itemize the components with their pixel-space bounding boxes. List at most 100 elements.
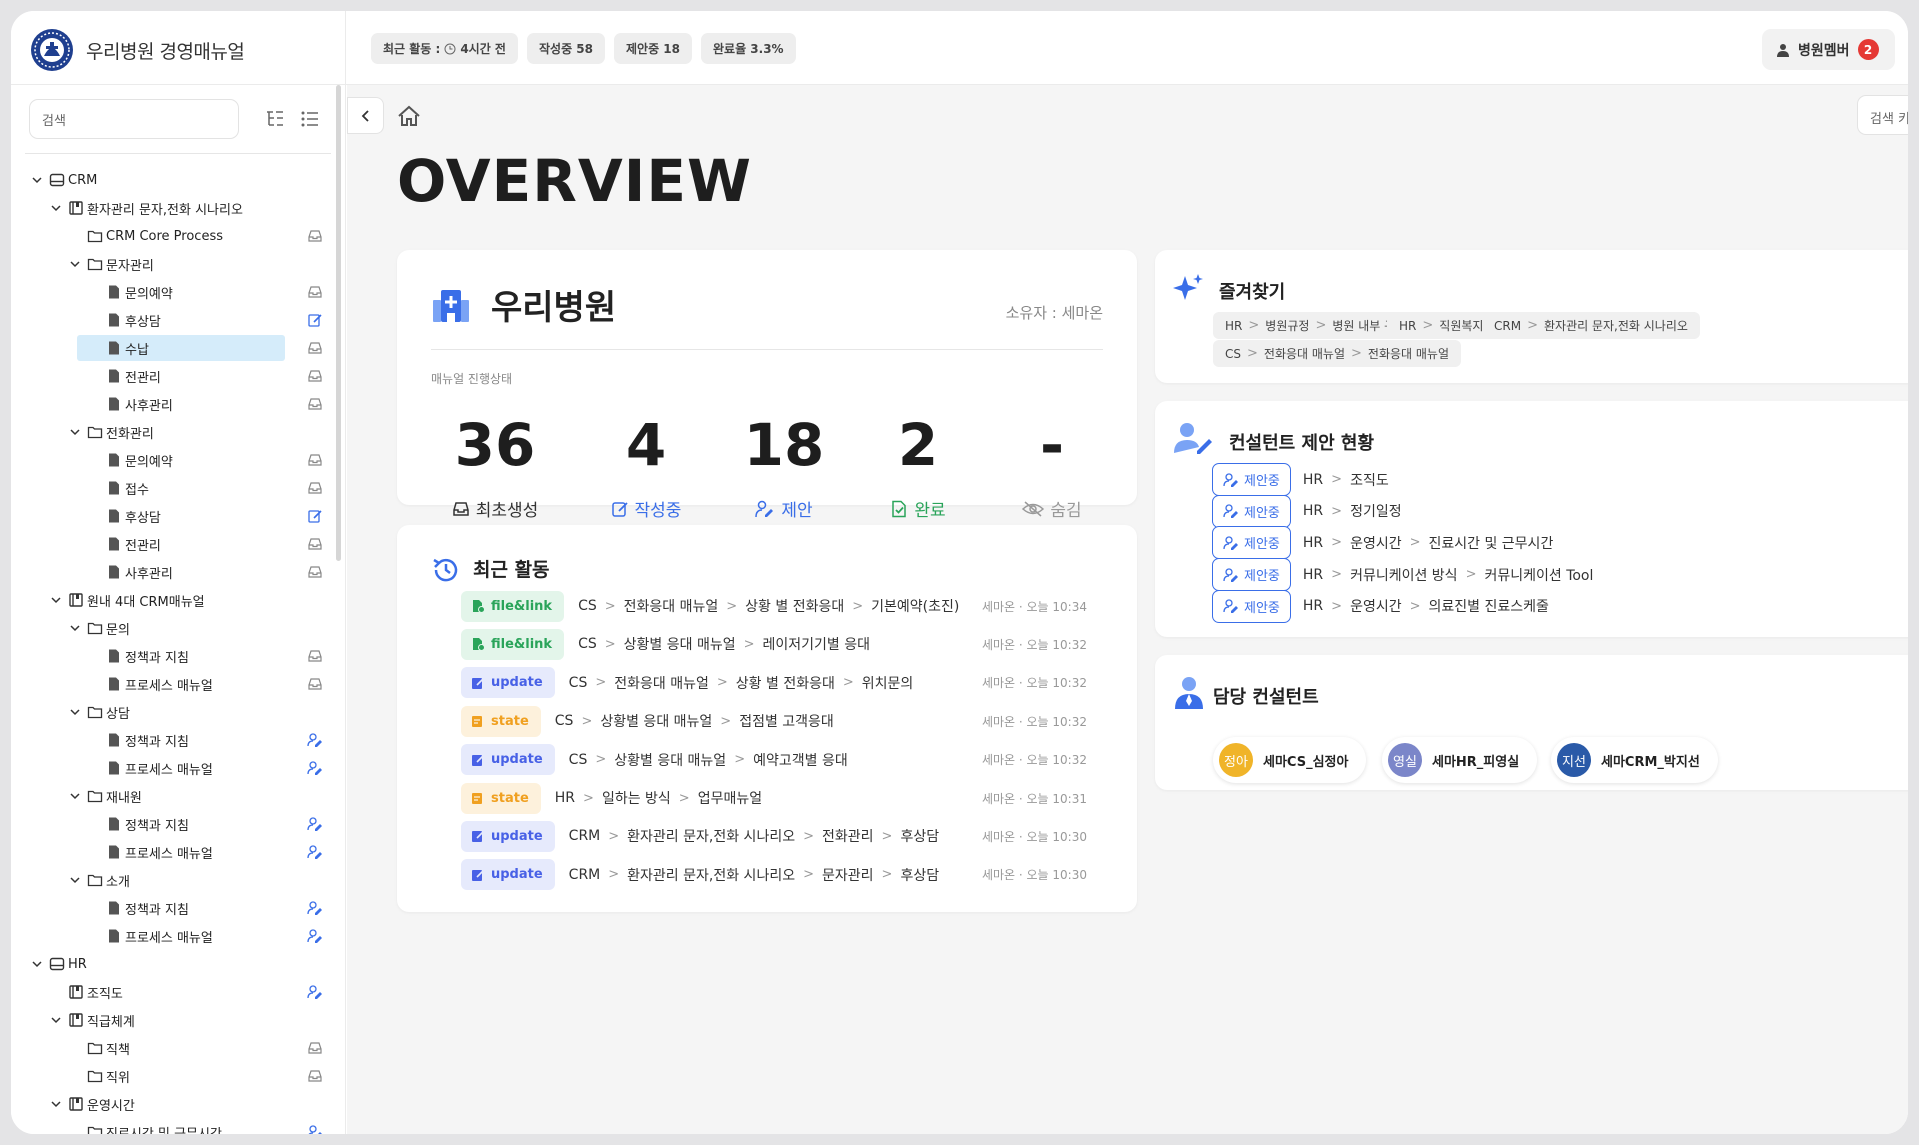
tree-node[interactable]: 운영시간 xyxy=(11,1090,336,1118)
breadcrumb-item[interactable]: 접점별 고객응대 xyxy=(739,711,834,731)
tree-node[interactable]: 직급체계 xyxy=(11,1006,336,1034)
tree-node[interactable]: 프로세스 매뉴얼 xyxy=(11,838,336,866)
breadcrumb-item[interactable]: 위치문의 xyxy=(862,673,914,693)
breadcrumb-item[interactable]: 환자관리 문자,전화 시나리오 xyxy=(627,865,795,885)
breadcrumb-item[interactable]: CS xyxy=(578,636,597,652)
chevron-down-icon[interactable] xyxy=(50,1098,62,1110)
overflow-button[interactable] xyxy=(1911,29,1919,70)
list-view-icon[interactable] xyxy=(298,107,322,131)
tree-node[interactable]: 전화관리 xyxy=(11,418,336,446)
tree-node[interactable]: 조직도 xyxy=(11,978,336,1006)
favorite-chip[interactable]: HR > 직원복지 xyxy=(1387,312,1496,339)
activity-row[interactable]: update CS > 상황별 응대 매뉴얼 > 예약고객별 응대 세마온 · 오늘 10:… xyxy=(461,744,1087,776)
breadcrumb-item[interactable]: 문자관리 xyxy=(822,865,874,885)
chevron-down-icon[interactable] xyxy=(69,622,81,634)
breadcrumb-item[interactable]: 상황별 응대 매뉴얼 xyxy=(624,634,736,654)
tree-node[interactable]: 상담 xyxy=(11,698,336,726)
breadcrumb-item[interactable]: CS xyxy=(578,598,597,614)
chevron-down-icon[interactable] xyxy=(69,706,81,718)
tree-node[interactable]: 진료시간 및 근무시간 xyxy=(11,1118,336,1134)
sidebar-scrollbar[interactable] xyxy=(336,85,341,561)
tree-node[interactable]: 환자관리 문자,전화 시나리오 xyxy=(11,194,336,222)
chevron-down-icon[interactable] xyxy=(69,790,81,802)
activity-row[interactable]: update CRM > 환자관리 문자,전화 시나리오 > 전화관리 > 후상담 세마온 · … xyxy=(461,820,1087,852)
tree-node[interactable]: 소개 xyxy=(11,866,336,894)
breadcrumb-item[interactable]: 상황 별 전화응대 xyxy=(745,596,844,616)
tree-node[interactable]: 문의 xyxy=(11,614,336,642)
tree-node[interactable]: 전관리 xyxy=(11,362,336,390)
tree-node[interactable]: 프로세스 매뉴얼 xyxy=(11,754,336,782)
tree-node[interactable]: 수납 xyxy=(11,334,336,362)
breadcrumb-item[interactable]: 환자관리 문자,전화 시나리오 xyxy=(627,826,795,846)
favorite-chip[interactable]: CRM > 환자관리 문자,전화 시나리오 xyxy=(1482,312,1700,339)
tree-node[interactable]: 직위 xyxy=(11,1062,336,1090)
proposal-row[interactable]: 제안중 HR > 커뮤니케이션 방식 > 커뮤니케이션 Tool xyxy=(1212,558,1593,592)
tree-node[interactable]: 후상담 xyxy=(11,502,336,530)
proposal-status-tag[interactable]: 제안중 xyxy=(1212,589,1291,623)
activity-row[interactable]: update CS > 전화응대 매뉴얼 > 상황 별 전화응대 > 위치문의 세마온 · 오늘… xyxy=(461,667,1087,699)
breadcrumb-item[interactable]: 후상담 xyxy=(900,865,939,885)
breadcrumb-item[interactable]: CS xyxy=(569,675,588,691)
tree-node[interactable]: 사후관리 xyxy=(11,390,336,418)
breadcrumb-item[interactable]: 기본예약(초진) xyxy=(871,596,959,616)
tree-node[interactable]: 문의예약 xyxy=(11,278,336,306)
metric-hidden[interactable]: - 숨김 xyxy=(967,410,1137,521)
tree-node[interactable]: 정책과 지침 xyxy=(11,726,336,754)
sidebar-search-input[interactable]: 검색 xyxy=(29,99,239,139)
breadcrumb-item[interactable]: 전화응대 매뉴얼 xyxy=(624,596,719,616)
breadcrumb-item[interactable]: 상황별 응대 매뉴얼 xyxy=(600,711,712,731)
activity-row[interactable]: file&link CS > 전화응대 매뉴얼 > 상황 별 전화응대 > 기본예약(초진) 세… xyxy=(461,590,1087,622)
tree-node[interactable]: 프로세스 매뉴얼 xyxy=(11,670,336,698)
breadcrumb-item[interactable]: 전화관리 xyxy=(822,826,874,846)
breadcrumb-item[interactable]: 전화응대 매뉴얼 xyxy=(614,673,709,693)
tree-node[interactable]: 원내 4대 CRM매뉴얼 xyxy=(11,586,336,614)
chevron-down-icon[interactable] xyxy=(69,426,81,438)
proposal-status-tag[interactable]: 제안중 xyxy=(1212,463,1291,496)
keyword-search-input[interactable]: 검색 키워드 xyxy=(1857,95,1908,135)
collapse-sidebar-button[interactable] xyxy=(347,97,384,134)
tree-node[interactable]: 문의예약 xyxy=(11,446,336,474)
chevron-down-icon[interactable] xyxy=(69,258,81,270)
hospital-member-button[interactable]: 병원멤버 2 xyxy=(1762,29,1895,70)
metric-initial-created[interactable]: 36 최초생성 xyxy=(410,410,580,521)
proposal-status-tag[interactable]: 제안중 xyxy=(1212,526,1291,560)
breadcrumb-item[interactable]: 상황별 응대 매뉴얼 xyxy=(614,750,726,770)
breadcrumb-item[interactable]: 업무매뉴얼 xyxy=(698,788,762,808)
chevron-down-icon[interactable] xyxy=(69,874,81,886)
tree-node[interactable]: CRM xyxy=(11,166,336,194)
tree-node[interactable]: 직책 xyxy=(11,1034,336,1062)
breadcrumb-item[interactable]: 레이저기기별 응대 xyxy=(763,634,871,654)
proposal-row[interactable]: 제안중 HR > 정기일정 xyxy=(1212,494,1402,528)
tree-node[interactable]: 정책과 지침 xyxy=(11,810,336,838)
consultant-chip[interactable]: 정아 세마CS_심정아 xyxy=(1213,737,1367,783)
chevron-down-icon[interactable] xyxy=(50,1014,62,1026)
proposal-status-tag[interactable]: 제안중 xyxy=(1212,494,1291,528)
activity-row[interactable]: file&link CS > 상황별 응대 매뉴얼 > 레이저기기별 응대 세마온 · 오늘… xyxy=(461,628,1087,660)
proposal-status-tag[interactable]: 제안중 xyxy=(1212,558,1291,592)
proposal-row[interactable]: 제안중 HR > 조직도 xyxy=(1212,463,1389,496)
tree-node[interactable]: 정책과 지침 xyxy=(11,642,336,670)
breadcrumb-item[interactable]: CS xyxy=(569,752,588,768)
tree-node[interactable]: 재내원 xyxy=(11,782,336,810)
tree-node[interactable]: 정책과 지침 xyxy=(11,894,336,922)
activity-row[interactable]: state CS > 상황별 응대 매뉴얼 > 접점별 고객응대 세마온 · 오늘 10:3… xyxy=(461,705,1087,737)
breadcrumb-item[interactable]: 일하는 방식 xyxy=(602,788,671,808)
proposal-row[interactable]: 제안중 HR > 운영시간 > 의료진별 진료스케줄 xyxy=(1212,589,1549,623)
breadcrumb-item[interactable]: 후상담 xyxy=(900,826,939,846)
activity-row[interactable]: update CRM > 환자관리 문자,전화 시나리오 > 문자관리 > 후상담 세마온 · … xyxy=(461,859,1087,891)
tree-node[interactable]: 후상담 xyxy=(11,306,336,334)
tree-node[interactable]: 접수 xyxy=(11,474,336,502)
tree-node[interactable]: 문자관리 xyxy=(11,250,336,278)
tree-view-icon[interactable] xyxy=(263,107,287,131)
activity-row[interactable]: state HR > 일하는 방식 > 업무매뉴얼 세마온 · 오늘 10:31 xyxy=(461,782,1087,814)
consultant-chip[interactable]: 영실 세마HR_피영실 xyxy=(1382,737,1538,783)
tree-node[interactable]: HR xyxy=(11,950,336,978)
home-icon[interactable] xyxy=(397,105,421,127)
chevron-down-icon[interactable] xyxy=(31,174,43,186)
tree-node[interactable]: CRM Core Process xyxy=(11,222,336,250)
favorite-chip[interactable]: CS > 전화응대 매뉴얼 > 전화응대 매뉴얼 xyxy=(1213,340,1462,367)
breadcrumb-item[interactable]: CRM xyxy=(569,867,601,883)
breadcrumb-item[interactable]: CRM xyxy=(569,828,601,844)
proposal-row[interactable]: 제안중 HR > 운영시간 > 진료시간 및 근무시간 xyxy=(1212,526,1553,560)
chevron-down-icon[interactable] xyxy=(50,202,62,214)
